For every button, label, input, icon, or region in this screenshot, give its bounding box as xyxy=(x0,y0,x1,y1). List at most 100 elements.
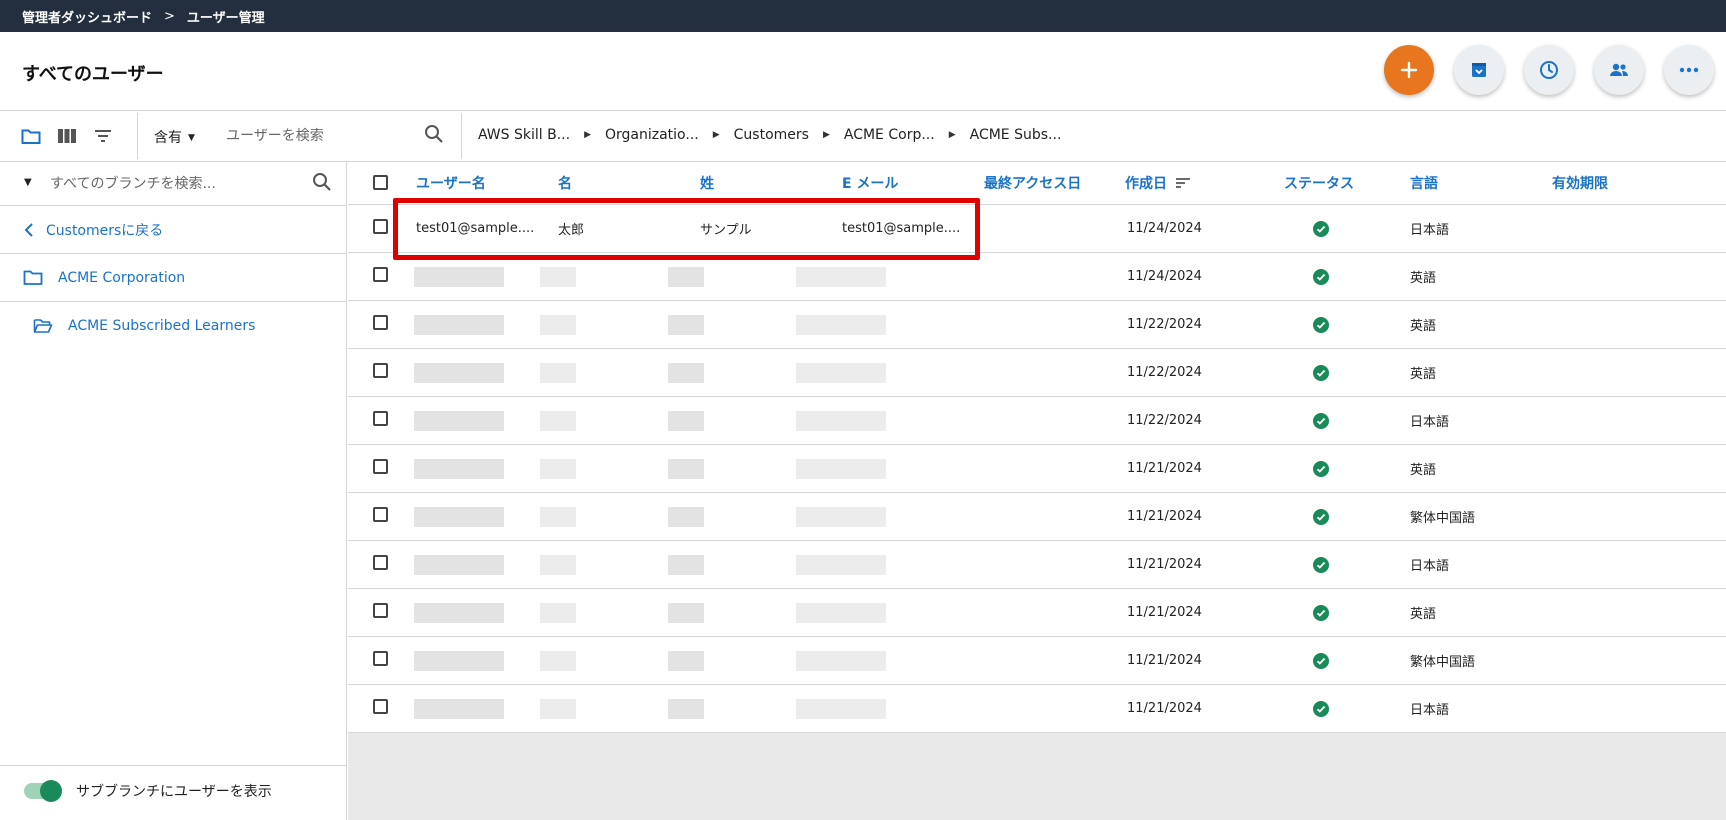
row-checkbox[interactable] xyxy=(373,507,388,522)
folder-view-button[interactable] xyxy=(20,125,42,147)
filter-button[interactable] xyxy=(92,125,114,147)
row-checkbox[interactable] xyxy=(373,267,388,282)
row-checkbox[interactable] xyxy=(373,699,388,714)
check-circle-icon xyxy=(1313,556,1329,573)
groups-button[interactable] xyxy=(1594,45,1644,95)
branch-crumb[interactable]: AWS Skill B... xyxy=(478,127,570,143)
add-user-button[interactable] xyxy=(1384,45,1434,95)
more-button[interactable] xyxy=(1664,45,1714,95)
search-button[interactable] xyxy=(424,124,448,148)
redacted-block xyxy=(668,315,704,335)
branch-search-input[interactable] xyxy=(50,171,300,197)
row-checkbox[interactable] xyxy=(373,555,388,570)
table-row[interactable]: 11/21/2024 英語 xyxy=(348,589,1726,637)
check-circle-icon xyxy=(1313,652,1329,669)
cell-language: 日本語 xyxy=(1410,223,1450,238)
branch-breadcrumb: AWS Skill B... ▶ Organizatio... ▶ Custom… xyxy=(478,127,1061,143)
cell-language: 繁体中国語 xyxy=(1410,655,1476,670)
crumb-arrow-icon: ▶ xyxy=(948,130,956,140)
table-row[interactable]: 11/21/2024 日本語 xyxy=(348,685,1726,733)
redacted-block xyxy=(414,315,504,335)
expand-toggle-icon[interactable]: ▼ xyxy=(24,177,32,188)
users-table-area: ユーザー名 名 姓 E メール 最終アクセス日 作成日 ステータス 言語 有効期… xyxy=(348,162,1726,820)
row-checkbox[interactable] xyxy=(373,315,388,330)
header-language[interactable]: 言語 xyxy=(1410,162,1438,204)
redacted-block xyxy=(796,363,886,383)
folder-icon xyxy=(22,267,44,289)
row-checkbox[interactable] xyxy=(373,603,388,618)
cell-created: 11/22/2024 xyxy=(1127,317,1202,332)
redacted-block xyxy=(540,603,576,623)
branch-search: ▼ xyxy=(0,162,346,206)
show-subbranch-users-toggle[interactable] xyxy=(24,779,62,802)
branch-crumb[interactable]: Customers xyxy=(734,127,809,143)
cell-status xyxy=(1313,637,1329,684)
cell-last-name: サンプル xyxy=(700,223,752,238)
table-row[interactable]: 11/22/2024 日本語 xyxy=(348,397,1726,445)
redacted-block xyxy=(414,363,504,383)
history-button[interactable] xyxy=(1524,45,1574,95)
row-checkbox[interactable] xyxy=(373,411,388,426)
branch-crumb[interactable]: Organizatio... xyxy=(605,127,699,143)
table-row[interactable]: 11/21/2024 英語 xyxy=(348,445,1726,493)
header-created[interactable]: 作成日 xyxy=(1125,162,1191,204)
cell-created: 11/22/2024 xyxy=(1127,413,1202,428)
filter-mode-dropdown[interactable]: 含有 ▼ xyxy=(154,127,195,147)
table-row[interactable]: test01@sample.... 太郎 サンプル test01@sample.… xyxy=(348,205,1726,253)
branch-acme-corporation[interactable]: ACME Corporation xyxy=(0,254,346,302)
crumb-user-management[interactable]: ユーザー管理 xyxy=(187,7,265,26)
folder-icon xyxy=(21,129,41,144)
branch-search-button[interactable] xyxy=(312,172,336,196)
redacted-block xyxy=(796,315,886,335)
redacted-block xyxy=(540,363,576,383)
archive-icon xyxy=(1472,63,1486,77)
users-table: ユーザー名 名 姓 E メール 最終アクセス日 作成日 ステータス 言語 有効期… xyxy=(348,162,1726,733)
header-expiry[interactable]: 有効期限 xyxy=(1552,162,1608,204)
page-header: すべてのユーザー xyxy=(0,32,1726,111)
redacted-block xyxy=(796,459,886,479)
branch-sidebar: ▼ Customersに戻る ACME Corporation ACME Sub… xyxy=(0,162,347,820)
back-to-customers-link[interactable]: Customersに戻る xyxy=(0,206,346,254)
row-checkbox[interactable] xyxy=(373,219,388,234)
branch-acme-subscribed-learners[interactable]: ACME Subscribed Learners xyxy=(0,302,346,350)
header-first-name[interactable]: 名 xyxy=(558,162,572,204)
toolbar: 含有 ▼ AWS Skill B... ▶ Organizatio... ▶ Cu… xyxy=(0,111,1726,162)
cell-status xyxy=(1313,349,1329,396)
header-last-name[interactable]: 姓 xyxy=(700,162,714,204)
branch-crumb[interactable]: ACME Subs... xyxy=(970,127,1062,143)
header-last-access[interactable]: 最終アクセス日 xyxy=(984,162,1081,204)
toggle-label: サブブランチにユーザーを表示 xyxy=(76,783,272,800)
table-row[interactable]: 11/21/2024 繁体中国語 xyxy=(348,637,1726,685)
table-row[interactable]: 11/22/2024 英語 xyxy=(348,349,1726,397)
top-breadcrumb: 管理者ダッシュボード > ユーザー管理 xyxy=(0,0,1726,32)
cell-status xyxy=(1313,541,1329,588)
archive-button[interactable] xyxy=(1454,45,1504,95)
table-row[interactable]: 11/21/2024 日本語 xyxy=(348,541,1726,589)
cell-language: 英語 xyxy=(1410,367,1437,382)
redacted-block xyxy=(414,267,504,287)
cell-created: 11/24/2024 xyxy=(1127,221,1202,236)
redacted-block xyxy=(540,411,576,431)
header-email[interactable]: E メール xyxy=(842,162,898,204)
crumb-arrow-icon: ▶ xyxy=(712,130,720,140)
redacted-block xyxy=(540,507,576,527)
table-row[interactable]: 11/22/2024 英語 xyxy=(348,301,1726,349)
columns-button[interactable] xyxy=(56,125,78,147)
sort-icon xyxy=(1175,177,1191,189)
table-row[interactable]: 11/24/2024 英語 xyxy=(348,253,1726,301)
branch-crumb[interactable]: ACME Corp... xyxy=(844,127,935,143)
redacted-block xyxy=(796,699,886,719)
redacted-block xyxy=(668,603,704,623)
row-checkbox[interactable] xyxy=(373,459,388,474)
redacted-block xyxy=(668,651,704,671)
folder-open-icon xyxy=(32,315,54,337)
row-checkbox[interactable] xyxy=(373,651,388,666)
header-username[interactable]: ユーザー名 xyxy=(416,162,486,204)
select-all-checkbox[interactable] xyxy=(373,175,388,190)
row-checkbox[interactable] xyxy=(373,363,388,378)
header-status[interactable]: ステータス xyxy=(1284,162,1354,204)
table-row[interactable]: 11/21/2024 繁体中国語 xyxy=(348,493,1726,541)
user-search-input[interactable] xyxy=(226,123,416,149)
check-circle-icon xyxy=(1313,700,1329,717)
crumb-admin-dashboard[interactable]: 管理者ダッシュボード xyxy=(22,7,152,26)
